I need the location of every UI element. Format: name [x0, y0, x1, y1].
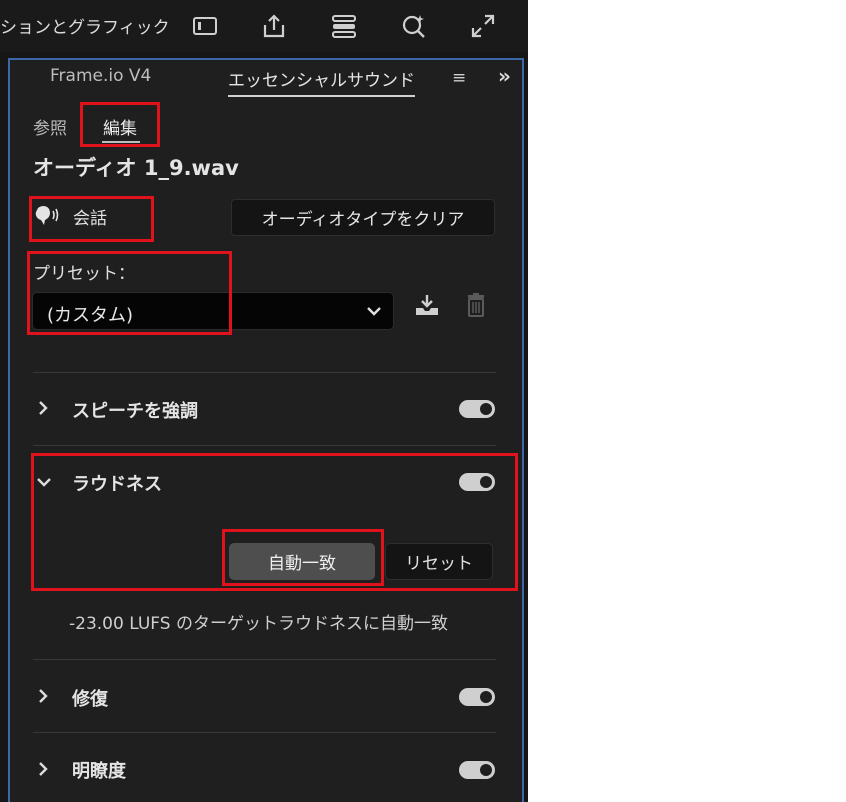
preset-label: プリセット：: [33, 264, 135, 284]
section-divider: [33, 659, 496, 660]
section-title-loudness[interactable]: ラウドネス: [72, 470, 162, 496]
chevron-right-icon[interactable]: [36, 400, 50, 420]
clear-audio-type-button[interactable]: オーディオタイプをクリア: [231, 199, 495, 236]
preset-dropdown[interactable]: (カスタム): [32, 292, 394, 330]
loudness-target-note: -23.00 LUFS のターゲットラウドネスに自動一致: [69, 614, 448, 634]
section-divider: [33, 445, 496, 446]
section-title-repair[interactable]: 修復: [72, 685, 108, 711]
subtab-active-indicator: [102, 141, 140, 143]
workspace-tab-label[interactable]: ションとグラフィック: [0, 13, 170, 38]
clip-filename: オーディオ 1_9.wav: [33, 156, 239, 180]
audio-type-label[interactable]: 会話: [73, 204, 107, 229]
toggle-clarity[interactable]: [459, 761, 495, 779]
section-title-clarity[interactable]: 明瞭度: [72, 757, 126, 783]
subtab-browse[interactable]: 参照: [33, 114, 67, 139]
delete-preset-icon[interactable]: [465, 292, 487, 322]
chevron-down-icon[interactable]: [36, 474, 52, 493]
section-divider: [33, 372, 496, 373]
toggle-loudness[interactable]: [459, 473, 495, 491]
save-preset-icon[interactable]: [414, 293, 440, 323]
top-toolbar: ションとグラフィック: [0, 0, 528, 52]
fullscreen-icon[interactable]: [467, 10, 499, 42]
preset-selected-value: (カスタム): [47, 305, 134, 326]
premiere-window: ションとグラフィック Frame.io V4 エッセンシャルサウンド ≡ » 参…: [0, 0, 528, 802]
section-title-speech-enhance[interactable]: スピーチを強調: [72, 397, 198, 423]
chevron-down-icon: [365, 302, 383, 324]
toggle-repair[interactable]: [459, 688, 495, 706]
toggle-speech-enhance[interactable]: [459, 400, 495, 418]
subtab-edit[interactable]: 編集: [103, 114, 137, 139]
toggle-knob: [480, 691, 492, 703]
toggle-knob: [480, 403, 492, 415]
quick-search-icon[interactable]: [398, 10, 430, 42]
tab-essential-sound[interactable]: エッセンシャルサウンド: [228, 66, 415, 97]
auto-match-button[interactable]: 自動一致: [229, 543, 375, 580]
tab-frame-io[interactable]: Frame.io V4: [50, 66, 151, 86]
panel-layout-icon[interactable]: [189, 10, 221, 42]
section-divider: [33, 732, 496, 733]
chevron-right-icon[interactable]: [36, 688, 50, 708]
export-share-icon[interactable]: [258, 10, 290, 42]
reset-button[interactable]: リセット: [385, 543, 493, 580]
panel-menu-icon[interactable]: ≡: [452, 68, 466, 88]
toggle-knob: [480, 764, 492, 776]
panel-overflow-icon[interactable]: »: [498, 64, 511, 88]
workspace-list-icon[interactable]: [328, 10, 360, 42]
toggle-knob: [480, 476, 492, 488]
chevron-right-icon[interactable]: [36, 761, 50, 781]
dialogue-icon: [34, 204, 62, 232]
